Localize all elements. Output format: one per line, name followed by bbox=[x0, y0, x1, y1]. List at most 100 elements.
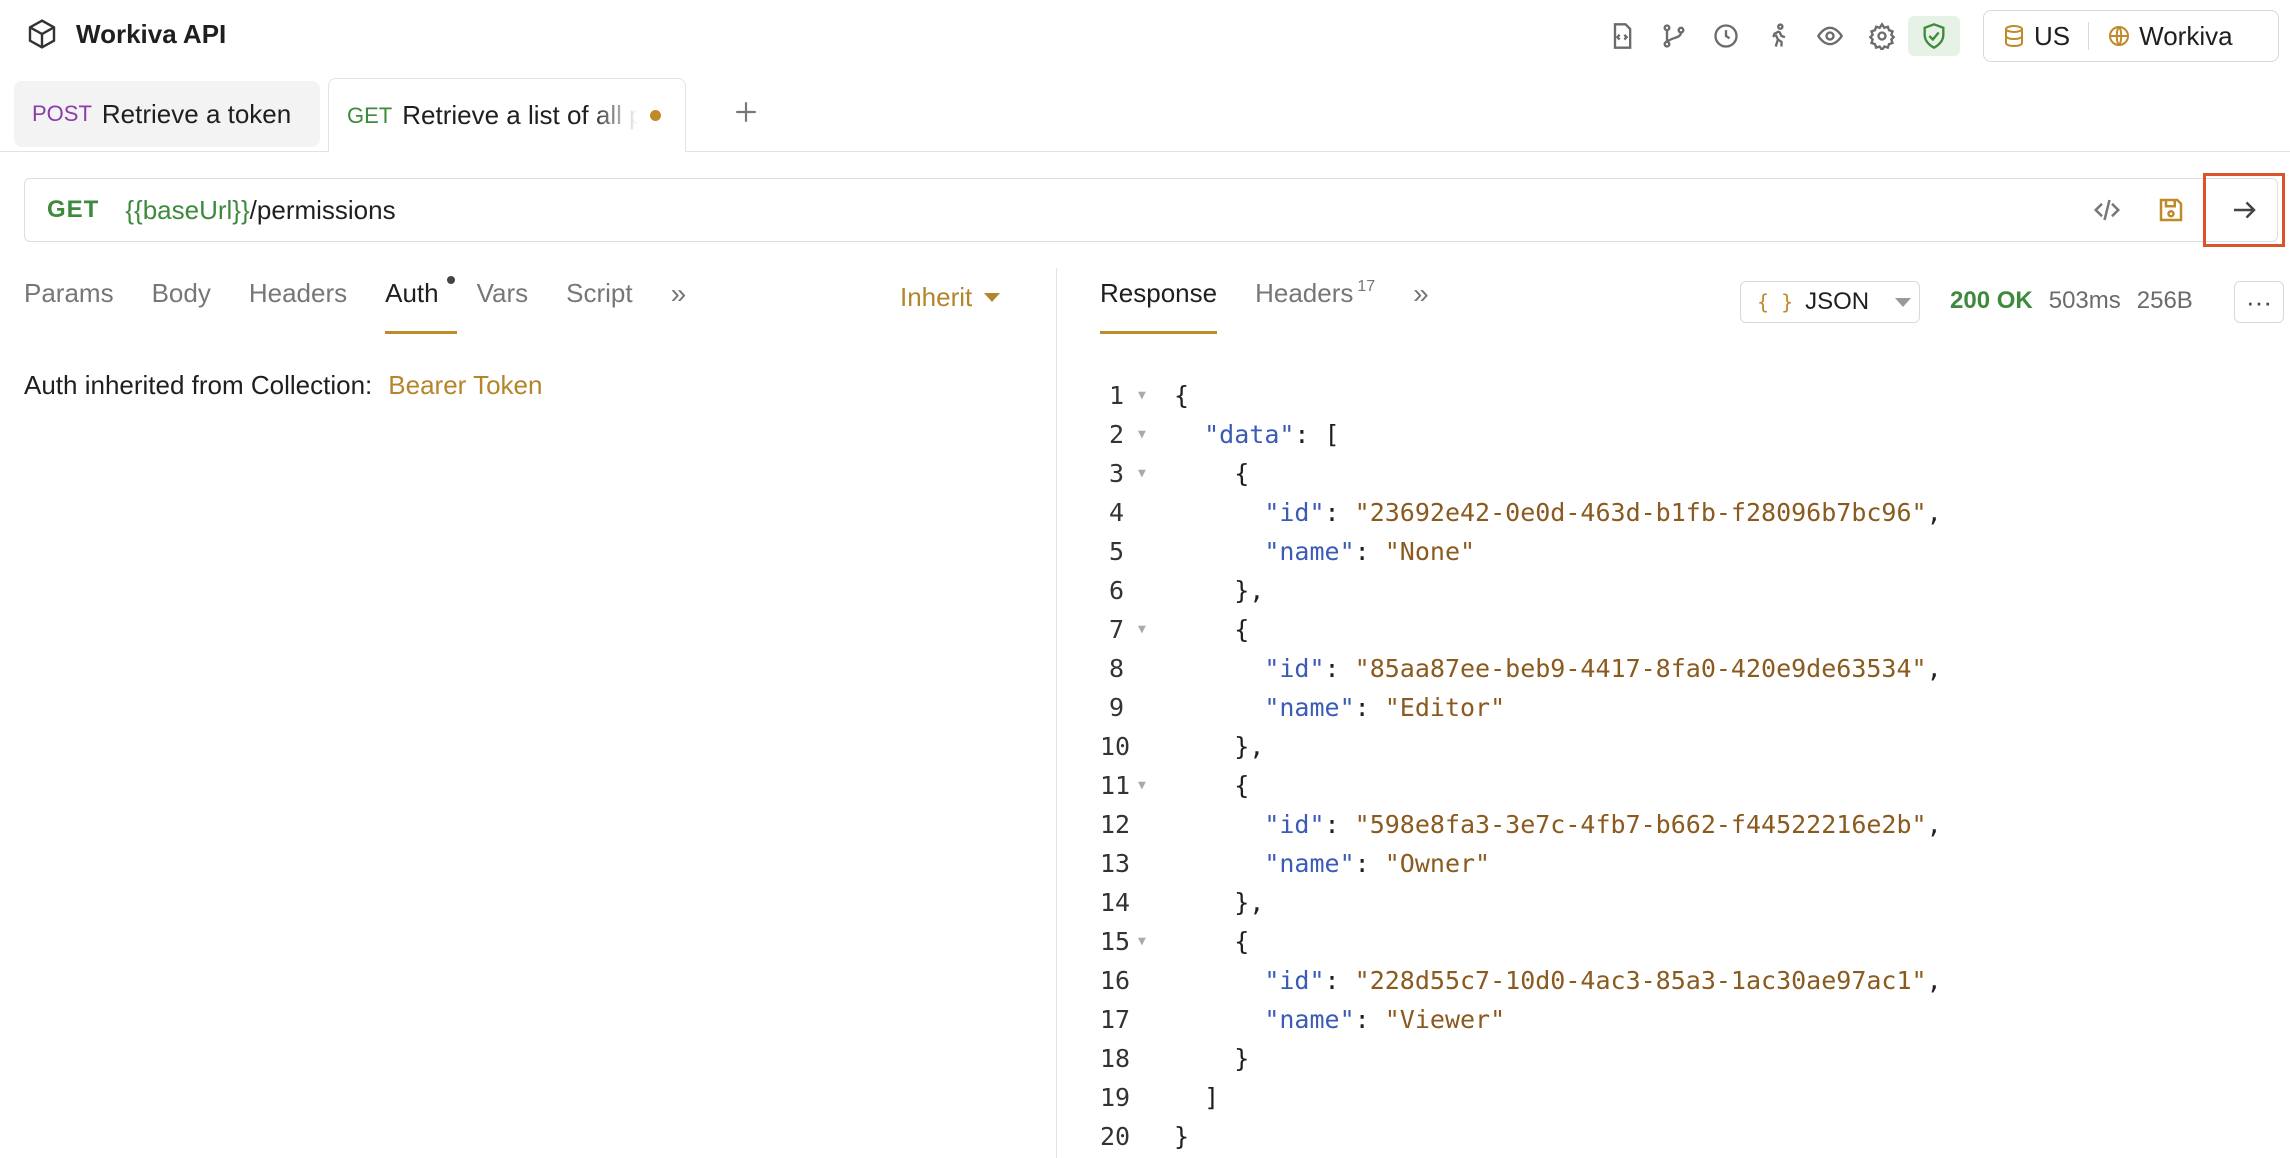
generate-code-button[interactable] bbox=[2075, 179, 2139, 241]
json-key: "name" bbox=[1264, 1005, 1355, 1034]
tab-params[interactable]: Params bbox=[24, 278, 114, 334]
json-key: "name" bbox=[1264, 537, 1355, 566]
more-options-button[interactable]: ··· bbox=[2234, 281, 2284, 323]
git-branch-icon[interactable] bbox=[1648, 16, 1700, 56]
code-line: 9 "name": "Editor" bbox=[1100, 688, 1942, 727]
url-path[interactable]: /permissions bbox=[250, 195, 396, 226]
tab-response[interactable]: Response bbox=[1100, 278, 1218, 334]
region-label: US bbox=[2034, 20, 2071, 51]
line-number: 10 bbox=[1100, 732, 1131, 761]
app-title: Workiva API bbox=[26, 18, 226, 50]
line-number: 12 bbox=[1100, 810, 1131, 839]
code-content: { bbox=[1174, 927, 1249, 956]
eye-icon[interactable] bbox=[1804, 16, 1856, 56]
shield-check-icon[interactable] bbox=[1908, 16, 1960, 56]
json-punct: }, bbox=[1234, 732, 1265, 761]
code-line: 15 ▼ { bbox=[1100, 922, 1942, 961]
line-number: 11 bbox=[1100, 771, 1131, 800]
code-content: } bbox=[1174, 1044, 1249, 1073]
caret-down-icon bbox=[1895, 297, 1912, 307]
auth-indicator-dot bbox=[446, 276, 455, 284]
response-body[interactable]: 1 ▼ {2 ▼ "data": [3 ▼ {4 "id": "23692e42-0e0… bbox=[1100, 376, 1942, 1156]
cube-icon bbox=[28, 19, 56, 49]
app-title-text: Workiva API bbox=[76, 18, 227, 49]
json-key: "id" bbox=[1264, 966, 1325, 995]
tab-body[interactable]: Body bbox=[152, 278, 211, 334]
json-string: "Owner" bbox=[1384, 849, 1491, 878]
json-punct: : bbox=[1354, 1005, 1385, 1034]
database-icon bbox=[2005, 25, 2023, 48]
json-punct: : bbox=[1324, 966, 1355, 995]
status-code: 200 OK bbox=[1950, 287, 2033, 314]
workspace-label: Workiva bbox=[2139, 20, 2233, 51]
code-line: 2 ▼ "data": [ bbox=[1100, 415, 1942, 454]
fold-triangle-icon[interactable]: ▼ bbox=[1138, 466, 1154, 481]
auth-mode-select[interactable]: Inherit bbox=[900, 282, 1001, 313]
environment-selector[interactable]: US Workiva bbox=[1983, 10, 2279, 62]
tab-retrieve-token[interactable]: POST Retrieve a token bbox=[14, 81, 320, 147]
tab-method: POST bbox=[32, 101, 92, 126]
line-number: 18 bbox=[1100, 1044, 1131, 1073]
json-string: "Viewer" bbox=[1384, 1005, 1506, 1034]
json-punct: { bbox=[1234, 927, 1250, 956]
line-number: 19 bbox=[1100, 1083, 1131, 1112]
region-selector[interactable]: US bbox=[1984, 11, 2088, 61]
more-response-tabs-chevron-icon[interactable]: » bbox=[1413, 278, 1429, 334]
url-bar[interactable]: GET {{baseUrl}} /permissions bbox=[24, 173, 2285, 247]
fold-triangle-icon[interactable]: ▼ bbox=[1138, 388, 1154, 403]
json-punct: , bbox=[1926, 966, 1942, 995]
json-key: "id" bbox=[1264, 498, 1325, 527]
json-punct: : bbox=[1324, 654, 1355, 683]
line-number: 6 bbox=[1108, 576, 1124, 605]
code-line: 4 "id": "23692e42-0e0d-463d-b1fb-f28096b… bbox=[1100, 493, 1942, 532]
tab-response-headers[interactable]: Headers 17 bbox=[1255, 278, 1375, 334]
fold-triangle-icon[interactable]: ▼ bbox=[1138, 934, 1154, 949]
settings-icon[interactable] bbox=[1856, 16, 1908, 56]
pane-divider[interactable] bbox=[1056, 268, 1057, 1158]
request-tabs-bar: POST Retrieve a token GET Retrieve a lis… bbox=[0, 78, 2290, 152]
fold-triangle-icon[interactable]: ▼ bbox=[1138, 778, 1154, 793]
braces-icon: { } bbox=[1757, 290, 1794, 314]
json-punct: { bbox=[1234, 459, 1250, 488]
line-number: 2 bbox=[1108, 420, 1124, 449]
code-content: "name": "None" bbox=[1174, 537, 1475, 566]
json-key: "data" bbox=[1204, 420, 1295, 449]
workspace-selector[interactable]: Workiva bbox=[2089, 11, 2250, 61]
json-punct: }, bbox=[1234, 576, 1265, 605]
unsaved-dot-icon bbox=[650, 110, 662, 121]
add-tab-button[interactable] bbox=[728, 94, 764, 130]
tab-list-permissions[interactable]: GET Retrieve a list of all permissions bbox=[328, 78, 686, 152]
line-number: 16 bbox=[1100, 966, 1131, 995]
more-tabs-chevron-icon[interactable]: » bbox=[671, 278, 687, 334]
line-number: 8 bbox=[1108, 654, 1124, 683]
tab-response-headers-label: Headers bbox=[1255, 278, 1354, 308]
code-content: { bbox=[1174, 615, 1249, 644]
fold-triangle-icon[interactable]: ▼ bbox=[1138, 622, 1154, 637]
save-button[interactable] bbox=[2139, 179, 2203, 241]
globe-icon bbox=[2109, 26, 2130, 46]
json-punct: { bbox=[1174, 381, 1190, 410]
tab-vars[interactable]: Vars bbox=[477, 278, 529, 334]
tab-headers[interactable]: Headers bbox=[249, 278, 347, 334]
tab-auth[interactable]: Auth bbox=[385, 276, 456, 334]
code-line: 12 "id": "598e8fa3-3e7c-4fb7-b662-f44522… bbox=[1100, 805, 1942, 844]
response-time: 503ms bbox=[2048, 287, 2121, 314]
code-line: 13 "name": "Owner" bbox=[1100, 844, 1942, 883]
runner-icon[interactable] bbox=[1752, 16, 1804, 56]
fold-triangle-icon[interactable]: ▼ bbox=[1138, 427, 1154, 442]
json-string: "None" bbox=[1384, 537, 1476, 566]
url-actions bbox=[2075, 173, 2285, 247]
url-method[interactable]: GET bbox=[47, 196, 99, 224]
response-format-select[interactable]: { } JSON bbox=[1740, 281, 1920, 323]
tab-script[interactable]: Script bbox=[566, 278, 632, 334]
code-content: }, bbox=[1174, 888, 1264, 917]
code-file-icon[interactable] bbox=[1596, 16, 1648, 56]
code-line: 1 ▼ { bbox=[1100, 376, 1942, 415]
code-content: "data": [ bbox=[1174, 420, 1339, 449]
code-line: 17 "name": "Viewer" bbox=[1100, 1000, 1942, 1039]
history-icon[interactable] bbox=[1700, 16, 1752, 56]
send-request-button[interactable] bbox=[2203, 173, 2285, 247]
url-variable[interactable]: {{baseUrl}} bbox=[125, 195, 249, 226]
line-number: 13 bbox=[1100, 849, 1131, 878]
auth-info-value[interactable]: Bearer Token bbox=[388, 370, 542, 401]
